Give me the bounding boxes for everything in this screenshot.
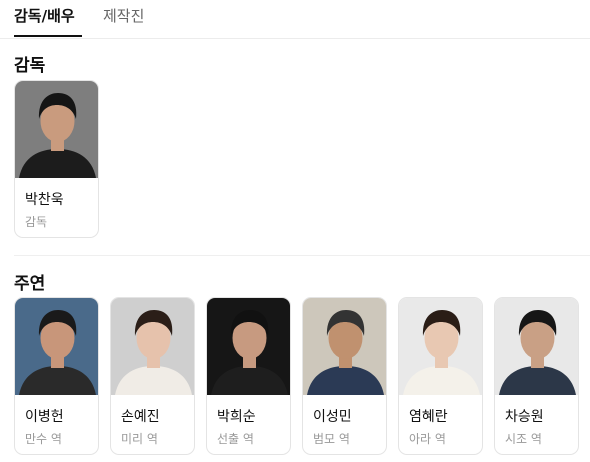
profile-photo: [111, 298, 194, 395]
person-name: 박희순: [217, 409, 256, 425]
profile-photo: [399, 298, 482, 395]
person-card[interactable]: 차승원시조 역: [494, 297, 579, 455]
person-role: 범모 역: [313, 432, 350, 446]
person-name: 차승원: [505, 409, 544, 425]
person-name: 이성민: [313, 409, 352, 425]
profile-photo: [207, 298, 290, 395]
tab-cast[interactable]: 감독/배우: [14, 6, 75, 26]
person-name: 손예진: [121, 409, 160, 425]
person-card[interactable]: 이병헌만수 역: [14, 297, 99, 455]
person-card[interactable]: 손예진미리 역: [110, 297, 195, 455]
person-name: 박찬욱: [25, 192, 64, 208]
profile-photo: [303, 298, 386, 395]
director-section-title: 감독: [14, 56, 46, 76]
person-role: 시조 역: [505, 432, 542, 446]
person-role: 선출 역: [217, 432, 254, 446]
lead-section-title: 주연: [14, 274, 46, 294]
person-card[interactable]: 박희순선출 역: [206, 297, 291, 455]
person-card[interactable]: 이성민범모 역: [302, 297, 387, 455]
profile-photo: [15, 298, 98, 395]
section-divider: [14, 255, 590, 256]
person-name: 이병헌: [25, 409, 64, 425]
profile-photo: [15, 81, 98, 178]
profile-photo: [495, 298, 578, 395]
person-card[interactable]: 염혜란아라 역: [398, 297, 483, 455]
person-role: 감독: [25, 215, 48, 229]
person-role: 만수 역: [25, 432, 62, 446]
person-role: 미리 역: [121, 432, 158, 446]
tab-bar: 감독/배우 제작진: [0, 0, 590, 39]
person-role: 아라 역: [409, 432, 446, 446]
person-card[interactable]: 박찬욱감독: [14, 80, 99, 238]
active-tab-indicator: [14, 35, 82, 37]
tab-crew[interactable]: 제작진: [103, 6, 144, 26]
person-name: 염혜란: [409, 409, 448, 425]
